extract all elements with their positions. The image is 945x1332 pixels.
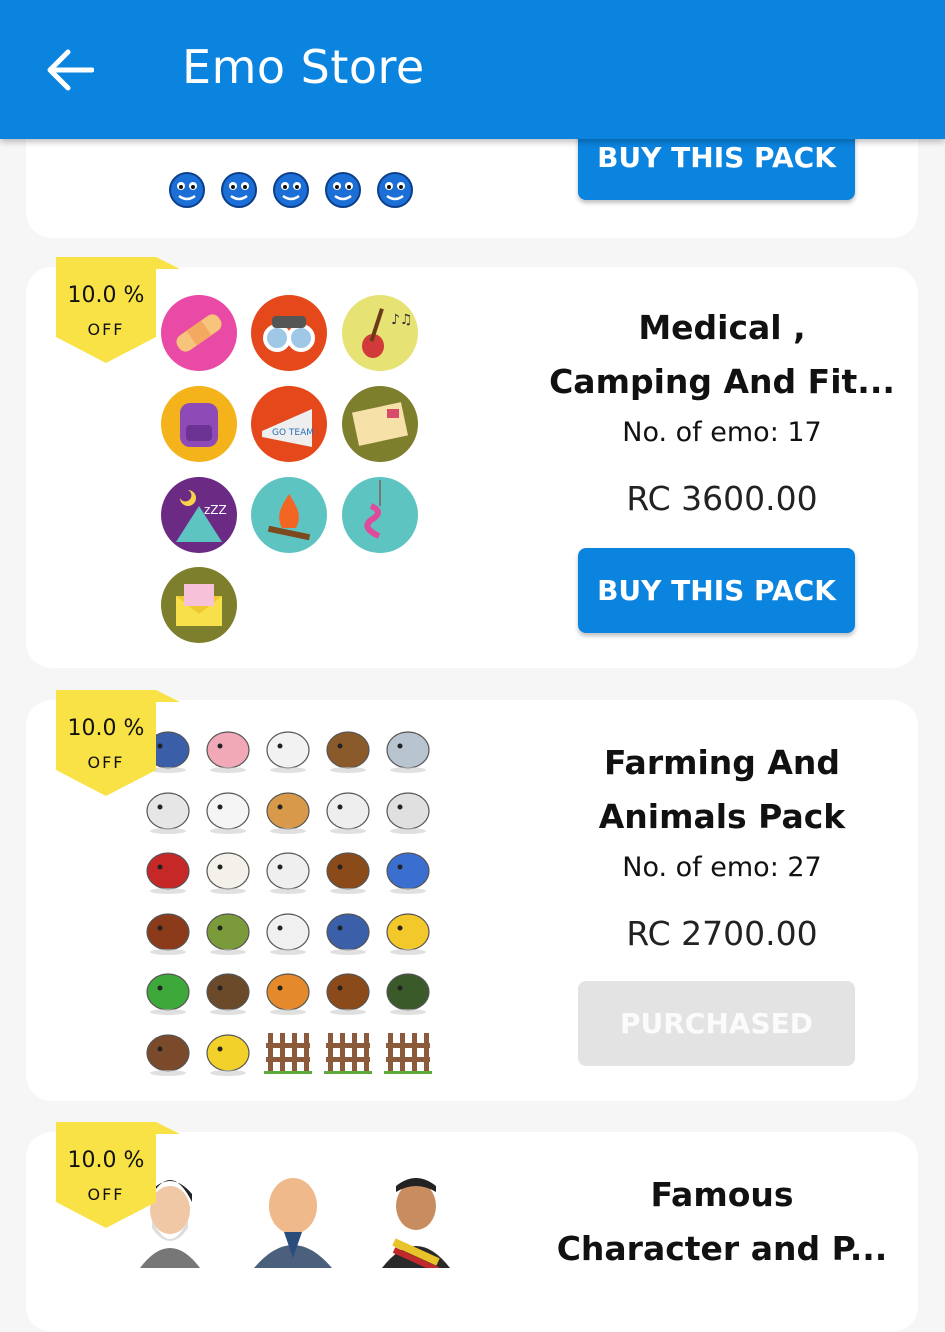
- pack-card: 10.0 % OFF Farming And Animals Pack No. …: [26, 690, 918, 1101]
- binoculars-icon: [250, 294, 328, 372]
- horse-icon: [322, 962, 376, 1016]
- ram-icon: [322, 781, 376, 835]
- fence-icon: [382, 1023, 436, 1077]
- pack-name: Famous Character and P...: [556, 1175, 888, 1268]
- discount-badge: 10.0 % OFF: [56, 257, 180, 363]
- elephant-icon: [382, 720, 436, 774]
- svg-text:♪♫: ♪♫: [391, 312, 413, 328]
- pack-name: Farming And Animals Pack: [598, 743, 846, 836]
- megaphone-icon: GO TEAM: [250, 385, 328, 463]
- barn-icon: [142, 841, 196, 895]
- purchased-button[interactable]: PURCHASED: [578, 981, 855, 1066]
- goat-icon: [382, 781, 436, 835]
- crates-icon: [262, 781, 316, 835]
- letter-icon: [341, 385, 419, 463]
- arrow-left-icon: [47, 49, 95, 91]
- blue-emoji-icon: [325, 172, 361, 208]
- pack-card: 10.0 % OFF ♪♫ GO TEAM zZZ Medical , Camp…: [26, 257, 918, 668]
- mug-icon: [382, 841, 436, 895]
- campfire-icon: [250, 476, 328, 554]
- fence-icon: [262, 1023, 316, 1077]
- chick-icon: [202, 1023, 256, 1077]
- dog-icon: [202, 962, 256, 1016]
- svg-text:zZZ: zZZ: [204, 503, 227, 517]
- back-button[interactable]: [46, 48, 95, 92]
- page-title: Emo Store: [182, 40, 425, 94]
- pig-icon: [202, 720, 256, 774]
- discount-badge: 10.0 % OFF: [56, 690, 180, 796]
- pack-info: Farming And Animals Pack No. of emo: 27 …: [532, 736, 912, 953]
- fence-icon: [322, 1023, 376, 1077]
- pack-info: Famous Character and P...: [532, 1168, 912, 1276]
- truck-icon: [322, 902, 376, 956]
- duck-icon: [322, 720, 376, 774]
- buy-pack-button[interactable]: BUY THIS PACK: [578, 548, 855, 633]
- blue-emoji-icon: [273, 172, 309, 208]
- rabbit-icon: [262, 841, 316, 895]
- blue-emoji-icon: [221, 172, 257, 208]
- goose-icon: [262, 720, 316, 774]
- cat-icon: [262, 962, 316, 1016]
- tractor-icon: [382, 962, 436, 1016]
- backpack-icon: [160, 385, 238, 463]
- pack-price: RC 3600.00: [626, 479, 818, 518]
- chick-duck-icon: [382, 902, 436, 956]
- tent-icon: zZZ: [160, 476, 238, 554]
- eggs-icon: [202, 841, 256, 895]
- guitar-icon: ♪♫: [341, 294, 419, 372]
- blue-emoji-icon: [169, 172, 205, 208]
- character-face-icon: [248, 1158, 338, 1268]
- rifle-icon: [142, 1023, 196, 1077]
- pack-name: Medical , Camping And Fit...: [549, 308, 895, 401]
- cow-icon: [322, 841, 376, 895]
- tree-icon: [142, 962, 196, 1016]
- pack-price: RC 2700.00: [626, 914, 818, 953]
- hen-icon: [202, 781, 256, 835]
- envelope-icon: [160, 566, 238, 644]
- dairy-cow-icon: [262, 902, 316, 956]
- pack-info: Medical , Camping And Fit... No. of emo:…: [532, 301, 912, 518]
- milkmaid-icon: [202, 902, 256, 956]
- discount-badge: 10.0 % OFF: [56, 1122, 180, 1228]
- pack-card: 10.0 % OFF Famous Character and P...: [26, 1122, 918, 1332]
- app-bar: Emo Store: [0, 0, 945, 139]
- svg-text:GO TEAM: GO TEAM: [272, 428, 314, 438]
- character-face-icon: [376, 1158, 456, 1268]
- emo-count: No. of emo: 17: [622, 417, 822, 448]
- emo-count: No. of emo: 27: [622, 852, 822, 883]
- blue-emoji-icon: [377, 172, 413, 208]
- turkey-icon: [142, 902, 196, 956]
- fishing-hook-icon: [341, 476, 419, 554]
